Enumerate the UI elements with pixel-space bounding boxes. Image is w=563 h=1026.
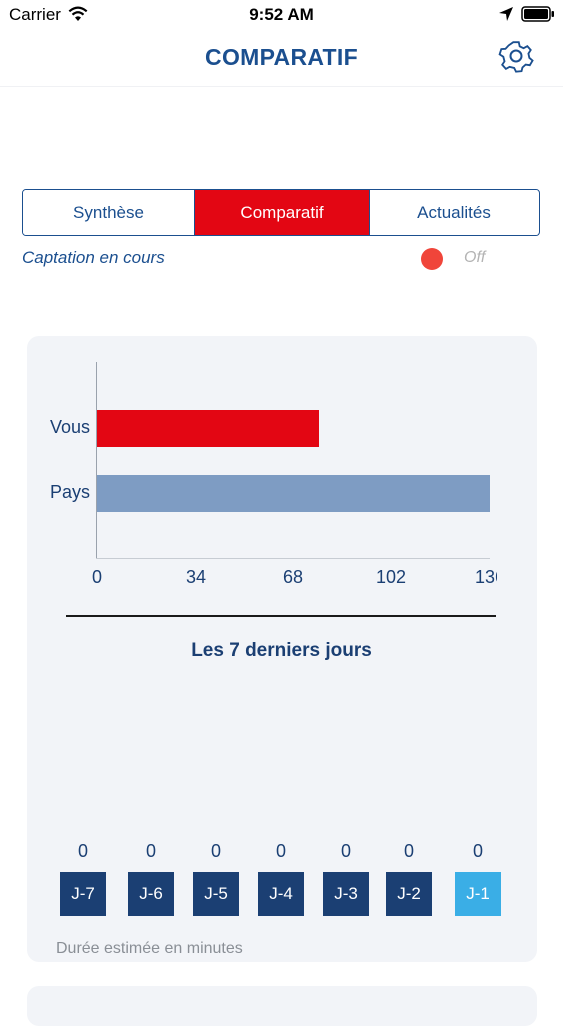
- next-card: [27, 986, 537, 1026]
- day-button-j-7[interactable]: J-7: [60, 872, 106, 916]
- nav-divider: [0, 86, 563, 87]
- location-arrow-icon: [499, 7, 513, 21]
- x-tick-label: 68: [282, 567, 304, 587]
- tab-synthese[interactable]: Synthèse: [23, 190, 194, 235]
- status-time: 9:52 AM: [249, 5, 314, 24]
- tab-comparatif[interactable]: Comparatif: [194, 190, 369, 235]
- battery-icon: [521, 6, 554, 22]
- day-value: 0: [403, 841, 414, 861]
- day-value: 0: [210, 841, 221, 861]
- day-button-j-1[interactable]: J-1: [455, 872, 501, 916]
- chart-y-axis: [96, 362, 97, 559]
- status-bar: Carrier 9:52 AM: [0, 0, 563, 30]
- capture-status-label: Captation en cours: [22, 248, 165, 267]
- tab-actualites[interactable]: Actualités: [369, 190, 538, 235]
- day-button-j-6[interactable]: J-6: [128, 872, 174, 916]
- day-button-j-4[interactable]: J-4: [258, 872, 304, 916]
- day-button-j-5[interactable]: J-5: [193, 872, 239, 916]
- x-tick-label: 102: [375, 567, 407, 587]
- x-tick-label: 34: [185, 567, 207, 587]
- tab-bar: Synthèse Comparatif Actualités: [22, 189, 540, 236]
- x-tick-labels: 0 34 68 102 136: [0, 560, 497, 600]
- day-button-j-3[interactable]: J-3: [323, 872, 369, 916]
- x-tick-label: 0: [91, 567, 103, 587]
- capture-state-label: Off: [464, 249, 486, 266]
- duration-footnote: Durée estimée en minutes: [56, 940, 243, 957]
- weekly-title: Les 7 derniers jours: [191, 640, 372, 661]
- bar-pays: [97, 475, 490, 512]
- capture-status-dot[interactable]: [421, 248, 443, 270]
- section-divider: [66, 615, 496, 617]
- day-value: 0: [472, 841, 483, 861]
- day-button-j-2[interactable]: J-2: [386, 872, 432, 916]
- bar-label-vous: Vous: [49, 417, 90, 437]
- chart-x-axis: [96, 558, 490, 559]
- day-value: 0: [275, 841, 286, 861]
- day-value: 0: [340, 841, 351, 861]
- x-tick-label: 136: [474, 567, 497, 587]
- day-value: 0: [77, 841, 88, 861]
- day-value: 0: [145, 841, 156, 861]
- bar-label-pays: Pays: [49, 482, 90, 502]
- settings-gear-icon[interactable]: [498, 38, 534, 74]
- page-title: COMPARATIF: [205, 44, 358, 70]
- bar-vous: [97, 410, 319, 447]
